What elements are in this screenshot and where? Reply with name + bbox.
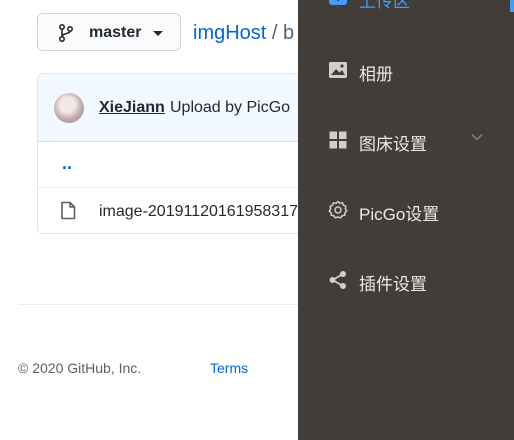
grid-icon — [329, 131, 347, 149]
menu-item-image-host-settings[interactable]: 图床设置 — [298, 112, 514, 168]
breadcrumb: imgHost / b — [193, 22, 294, 45]
branch-name: master — [89, 24, 142, 41]
menu-item-gallery[interactable]: 相册 — [298, 42, 514, 98]
menu-item-label: 图床设置 — [359, 135, 427, 154]
share-icon — [329, 271, 346, 289]
commit-message[interactable]: Upload by PicGo — [170, 99, 290, 117]
menu-item-label: 上传区 — [359, 0, 410, 11]
chevron-down-icon — [471, 134, 483, 141]
footer-copyright: © 2020 GitHub, Inc. — [18, 360, 142, 376]
breadcrumb-repo-link[interactable]: imgHost — [193, 22, 266, 44]
parent-directory-link[interactable]: .. — [62, 153, 72, 174]
file-icon — [61, 201, 76, 220]
chevron-down-icon — [153, 31, 163, 36]
branch-selector[interactable]: master — [37, 13, 181, 51]
picture-icon — [329, 62, 347, 78]
avatar[interactable] — [54, 93, 84, 123]
gear-icon — [328, 200, 348, 219]
menu-item-label: PicGo设置 — [359, 205, 440, 224]
file-browser: XieJiann Upload by PicGo .. image-201911… — [37, 73, 337, 234]
parent-directory-row[interactable]: .. — [38, 141, 336, 188]
menu-item-label: 相册 — [359, 65, 393, 84]
menu-item-label: 插件设置 — [359, 275, 427, 294]
git-branch-icon — [59, 24, 74, 42]
file-name-link[interactable]: image-20191120161958317.png — [99, 203, 329, 221]
footer-terms-link[interactable]: Terms — [210, 360, 248, 376]
latest-commit-bar: XieJiann Upload by PicGo — [38, 74, 336, 142]
menu-item-plugin-settings[interactable]: 插件设置 — [298, 252, 514, 308]
breadcrumb-separator: / b — [266, 22, 295, 44]
picgo-sidebar-menu: 上传区 相册 图床设置 PicGo设置 插件设置 — [298, 0, 514, 440]
commit-author-link[interactable]: XieJiann — [99, 99, 165, 117]
footer-divider — [18, 304, 318, 305]
table-row[interactable]: image-20191120161958317.png — [38, 187, 336, 233]
menu-item-picgo-settings[interactable]: PicGo设置 — [298, 182, 514, 238]
upload-icon — [329, 0, 347, 5]
